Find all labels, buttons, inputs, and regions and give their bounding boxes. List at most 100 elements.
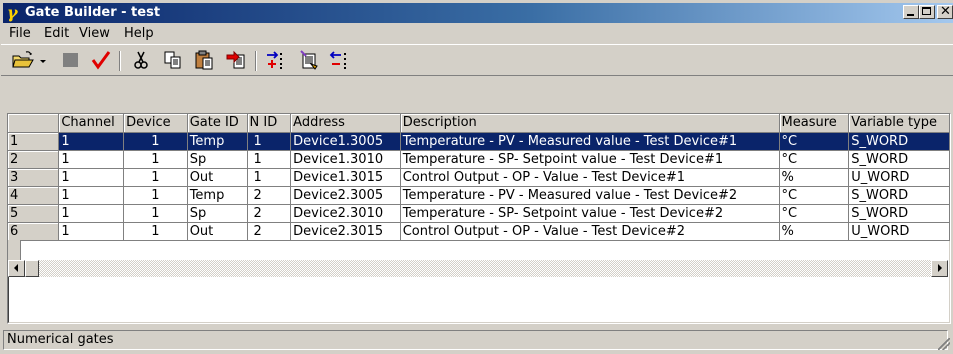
paste-icon[interactable] <box>193 49 217 71</box>
cell-variable-type[interactable]: S_WORD <box>848 132 950 151</box>
table-row[interactable]: 2 1 1 Sp 1 Device1.3010 Temperature - SP… <box>8 150 950 169</box>
minimize-button[interactable] <box>903 5 919 19</box>
cell-variable-type[interactable]: S_WORD <box>848 186 950 205</box>
cell-measure[interactable]: °C <box>779 186 850 205</box>
status-panel: Numerical gates <box>3 330 948 350</box>
add-gate-icon[interactable] <box>265 49 289 71</box>
cell-gate-id[interactable]: Sp <box>187 150 248 169</box>
cell-variable-type[interactable]: S_WORD <box>848 204 950 223</box>
cell-measure[interactable]: % <box>779 168 850 187</box>
checkmark-icon[interactable] <box>89 49 113 71</box>
scroll-right-button[interactable] <box>931 260 948 277</box>
gates-table: Channel Device Gate ID N ID Address Desc… <box>8 114 950 241</box>
cell-variable-type[interactable]: U_WORD <box>848 168 950 187</box>
cell-address[interactable]: Device1.3015 <box>290 168 401 187</box>
row-number[interactable]: 2 <box>8 150 60 169</box>
gate-wizard-icon[interactable] <box>297 49 321 71</box>
column-header-description[interactable]: Description <box>400 114 780 133</box>
cell-device[interactable]: 1 <box>123 150 188 169</box>
cell-channel[interactable]: 1 <box>58 168 125 187</box>
cell-nid[interactable]: 2 <box>247 204 292 223</box>
scroll-left-button[interactable] <box>8 260 25 277</box>
close-icon: ✕ <box>940 4 951 19</box>
column-header-nid[interactable]: N ID <box>247 114 292 133</box>
cell-device[interactable]: 1 <box>123 168 188 187</box>
cell-device[interactable]: 1 <box>123 204 188 223</box>
column-header-channel[interactable]: Channel <box>58 114 125 133</box>
cell-description[interactable]: Temperature - PV - Measured value - Test… <box>400 186 780 205</box>
cell-variable-type[interactable]: U_WORD <box>848 222 950 241</box>
cell-gate-id[interactable]: Out <box>187 222 248 241</box>
row-number[interactable]: 1 <box>8 132 60 151</box>
export-icon[interactable] <box>225 49 249 71</box>
open-folder-icon[interactable] <box>11 49 35 71</box>
cell-description[interactable]: Temperature - PV - Measured value - Test… <box>400 132 780 151</box>
horizontal-scrollbar[interactable] <box>8 260 948 277</box>
title-bar[interactable]: γ Gate Builder - test <box>3 3 953 23</box>
cell-gate-id[interactable]: Out <box>187 168 248 187</box>
cell-channel[interactable]: 1 <box>58 132 125 151</box>
cell-nid[interactable]: 1 <box>247 168 292 187</box>
stop-icon[interactable] <box>59 49 83 71</box>
row-number[interactable]: 3 <box>8 168 60 187</box>
cell-measure[interactable]: °C <box>779 132 850 151</box>
row-number[interactable]: 5 <box>8 204 60 223</box>
dropdown-arrow-icon[interactable] <box>37 49 49 71</box>
table-row[interactable]: 3 1 1 Out 1 Device1.3015 Control Output … <box>8 168 950 187</box>
cell-description[interactable]: Control Output - OP - Value - Test Devic… <box>400 222 780 241</box>
table-row[interactable]: 4 1 1 Temp 2 Device2.3005 Temperature - … <box>8 186 950 205</box>
cell-nid[interactable]: 2 <box>247 222 292 241</box>
copy-icon[interactable] <box>161 49 185 71</box>
cell-nid[interactable]: 2 <box>247 186 292 205</box>
table-row[interactable]: 6 1 1 Out 2 Device2.3015 Control Output … <box>8 222 950 241</box>
cell-measure[interactable]: °C <box>779 204 850 223</box>
column-header-gate-id[interactable]: Gate ID <box>187 114 248 133</box>
cell-device[interactable]: 1 <box>123 222 188 241</box>
cell-gate-id[interactable]: Sp <box>187 204 248 223</box>
cell-address[interactable]: Device1.3005 <box>290 132 401 151</box>
close-button[interactable]: ✕ <box>937 4 953 19</box>
remove-gate-icon[interactable] <box>329 49 353 71</box>
cell-address[interactable]: Device1.3010 <box>290 150 401 169</box>
row-number[interactable]: 4 <box>8 186 60 205</box>
cell-address[interactable]: Device2.3010 <box>290 204 401 223</box>
menu-help[interactable]: Help <box>124 26 154 41</box>
maximize-button[interactable] <box>919 5 935 19</box>
column-header-address[interactable]: Address <box>290 114 401 133</box>
cell-variable-type[interactable]: S_WORD <box>848 150 950 169</box>
cell-nid[interactable]: 1 <box>247 150 292 169</box>
cell-channel[interactable]: 1 <box>58 222 125 241</box>
cell-address[interactable]: Device2.3005 <box>290 186 401 205</box>
table-row[interactable]: 5 1 1 Sp 2 Device2.3010 Temperature - SP… <box>8 204 950 223</box>
resize-grip-icon[interactable] <box>938 338 950 350</box>
cut-icon[interactable] <box>129 49 153 71</box>
row-header-corner[interactable] <box>8 114 60 133</box>
grid-header-row: Channel Device Gate ID N ID Address Desc… <box>8 114 950 133</box>
gates-grid[interactable]: Channel Device Gate ID N ID Address Desc… <box>7 113 951 324</box>
cell-device[interactable]: 1 <box>123 186 188 205</box>
table-row[interactable]: 1 1 1 Temp 1 Device1.3005 Temperature - … <box>8 132 950 151</box>
cell-measure[interactable]: % <box>779 222 850 241</box>
cell-device[interactable]: 1 <box>123 132 188 151</box>
row-number[interactable]: 6 <box>8 222 60 241</box>
cell-description[interactable]: Temperature - SP- Setpoint value - Test … <box>400 204 780 223</box>
scrollbar-thumb[interactable] <box>25 260 39 277</box>
cell-measure[interactable]: °C <box>779 150 850 169</box>
menu-view[interactable]: View <box>79 26 110 41</box>
cell-gate-id[interactable]: Temp <box>187 186 248 205</box>
cell-description[interactable]: Temperature - SP- Setpoint value - Test … <box>400 150 780 169</box>
app-icon: γ <box>7 3 18 22</box>
cell-channel[interactable]: 1 <box>58 150 125 169</box>
cell-description[interactable]: Control Output - OP - Value - Test Devic… <box>400 168 780 187</box>
column-header-device[interactable]: Device <box>123 114 188 133</box>
menu-edit[interactable]: Edit <box>44 26 69 41</box>
cell-gate-id[interactable]: Temp <box>187 132 248 151</box>
menu-file[interactable]: File <box>9 26 31 41</box>
cell-address[interactable]: Device2.3015 <box>290 222 401 241</box>
column-header-variable-type[interactable]: Variable type <box>848 114 950 133</box>
cell-channel[interactable]: 1 <box>58 204 125 223</box>
cell-channel[interactable]: 1 <box>58 186 125 205</box>
cell-nid[interactable]: 1 <box>247 132 292 151</box>
empty-row-header <box>8 240 21 260</box>
column-header-measure[interactable]: Measure <box>779 114 850 133</box>
